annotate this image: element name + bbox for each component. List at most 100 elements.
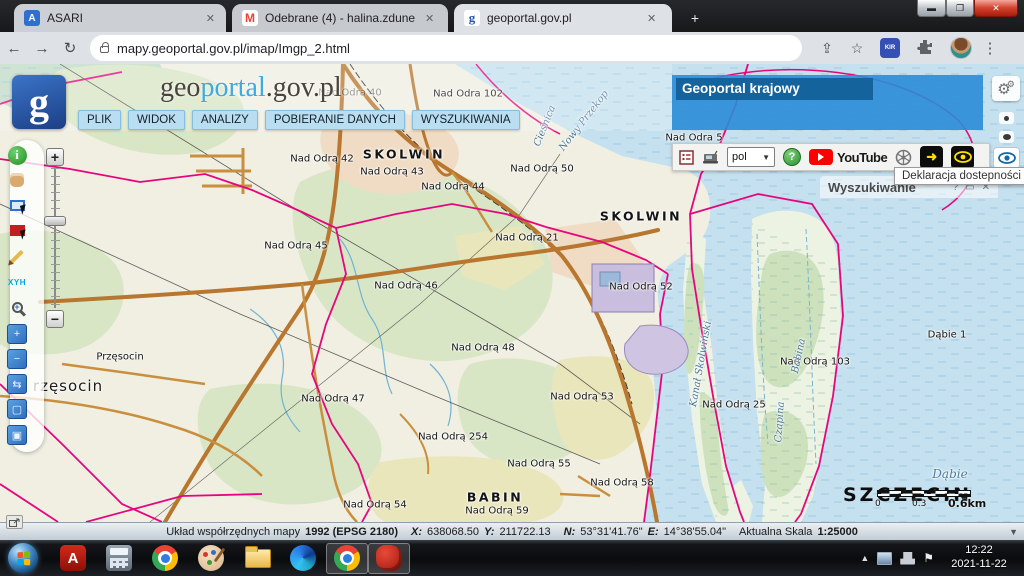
menu-analizy[interactable]: ANALIZY bbox=[192, 110, 258, 130]
tab-gmail[interactable]: M Odebrane (4) - halina.zdunek@in ✕ bbox=[232, 4, 448, 32]
taskbar-edge[interactable] bbox=[280, 541, 326, 575]
taskbar-explorer[interactable] bbox=[234, 541, 280, 575]
map-composition-banner[interactable]: Geoportal krajowy bbox=[672, 75, 983, 130]
hidden-icons-arrow[interactable]: ▲ bbox=[860, 553, 869, 563]
menu-plik[interactable]: PLIK bbox=[78, 110, 121, 130]
minimize-button[interactable]: ▬ bbox=[917, 0, 946, 17]
xyh-coordinates-tool-button[interactable]: XYH bbox=[6, 271, 28, 293]
n-label: N: bbox=[564, 526, 576, 538]
maximize-button[interactable]: ❐ bbox=[946, 0, 974, 17]
extent-box-icon: ▢ bbox=[7, 399, 27, 419]
tab-title: Odebrane (4) - halina.zdunek@in bbox=[265, 11, 415, 25]
slider-zoom-out-button[interactable]: − bbox=[46, 310, 64, 328]
settings-gears-button[interactable]: ⚙⚙ bbox=[992, 76, 1020, 101]
full-extent-button[interactable]: ▣ bbox=[6, 424, 28, 446]
y-value: 211722.13 bbox=[499, 526, 550, 538]
crs-value: 1992 (EPSG 2180) bbox=[305, 526, 398, 538]
start-button[interactable] bbox=[8, 543, 38, 573]
title-portal: portal bbox=[200, 72, 265, 103]
tab-close-icon[interactable]: ✕ bbox=[644, 12, 659, 25]
gps-device-icon[interactable] bbox=[702, 150, 719, 165]
back-icon[interactable]: ← bbox=[0, 40, 28, 57]
zoom-slider-track[interactable] bbox=[51, 168, 60, 308]
previous-extent-button[interactable]: ⇆ bbox=[6, 373, 28, 395]
screen: A ASARI ✕ M Odebrane (4) - halina.zdunek… bbox=[0, 0, 1024, 576]
statusbar-dropdown-icon[interactable]: ▼ bbox=[1009, 527, 1018, 537]
url-omnibox[interactable]: mapy.geoportal.gov.pl/imap/Imgp_2.html bbox=[90, 35, 802, 61]
taskbar-adobe-reader[interactable]: A bbox=[50, 541, 96, 575]
identify-tool-button[interactable]: i bbox=[6, 144, 28, 166]
dock-panel-button[interactable] bbox=[6, 515, 23, 529]
eye-icon bbox=[954, 151, 972, 163]
taskbar-chrome[interactable] bbox=[142, 541, 188, 575]
zoom-in-button[interactable]: + bbox=[6, 323, 28, 345]
pan-tool-button[interactable] bbox=[6, 169, 28, 191]
help-button[interactable]: ? bbox=[783, 148, 801, 166]
collapsed-panel-eye-dot[interactable] bbox=[999, 131, 1014, 143]
collapsed-panel-dot[interactable] bbox=[999, 112, 1014, 124]
geoportal-logo[interactable]: g bbox=[12, 75, 66, 129]
lock-icon[interactable] bbox=[100, 46, 109, 53]
accessibility-wheel-icon[interactable] bbox=[895, 149, 912, 166]
share-icon[interactable]: ⇪ bbox=[812, 40, 842, 57]
contrast-arrow-button[interactable]: ➜ bbox=[920, 146, 943, 169]
menu-wyszukiwania[interactable]: WYSZUKIWANIA bbox=[412, 110, 520, 130]
map-status-bar: Układ współrzędnych mapy 1992 (EPSG 2180… bbox=[0, 522, 1024, 540]
zoom-window-tool-button[interactable]: + bbox=[6, 296, 28, 318]
display-tray-icon[interactable] bbox=[877, 552, 892, 565]
close-button[interactable]: ✕ bbox=[974, 0, 1018, 17]
tab-close-icon[interactable]: ✕ bbox=[422, 12, 437, 25]
bookmark-star-icon[interactable]: ☆ bbox=[842, 40, 872, 57]
profile-avatar[interactable] bbox=[950, 37, 972, 59]
draw-tool-button[interactable] bbox=[6, 245, 28, 267]
contrast-eye-button[interactable] bbox=[951, 146, 974, 169]
chevron-down-icon: ▼ bbox=[762, 153, 770, 162]
menu-widok[interactable]: WIDOK bbox=[128, 110, 185, 130]
clock-time: 12:22 bbox=[942, 544, 1016, 558]
folder-icon bbox=[244, 545, 270, 571]
new-tab-button[interactable]: + bbox=[686, 9, 704, 27]
tab-asari[interactable]: A ASARI ✕ bbox=[14, 4, 226, 32]
menu-pobieranie-danych[interactable]: POBIERANIE DANYCH bbox=[265, 110, 405, 130]
forward-icon[interactable]: → bbox=[28, 40, 56, 57]
language-select[interactable]: pol▼ bbox=[727, 147, 775, 167]
dock-arrow-icon bbox=[9, 518, 20, 527]
clock-date: 2021-11-22 bbox=[942, 558, 1016, 572]
tab-close-icon[interactable]: ✕ bbox=[203, 12, 218, 25]
geoportal-favicon-icon: g bbox=[464, 10, 480, 26]
taskbar-clock[interactable]: 12:22 2021-11-22 bbox=[942, 544, 1016, 572]
zoom-out-button[interactable]: − bbox=[6, 348, 28, 370]
chrome-icon bbox=[152, 545, 178, 571]
scale-value: 1:25000 bbox=[817, 526, 857, 538]
select-rectangle-tool-button[interactable] bbox=[6, 194, 28, 216]
usb-tray-icon[interactable] bbox=[900, 552, 915, 565]
zoom-out-icon: − bbox=[7, 349, 27, 369]
zoom-slider-handle[interactable] bbox=[44, 216, 66, 226]
paint-icon bbox=[198, 545, 224, 571]
taskbar-paint[interactable] bbox=[188, 541, 234, 575]
e-value: 14°38'55.04" bbox=[664, 526, 726, 538]
arrow-right-icon: ➜ bbox=[926, 149, 937, 165]
extensions-puzzle-icon[interactable] bbox=[910, 39, 940, 58]
browser-menu-icon[interactable]: ⋮ bbox=[980, 39, 1000, 57]
taskbar-red-app[interactable] bbox=[368, 543, 410, 574]
kir-extension-icon[interactable]: KIR bbox=[880, 38, 900, 58]
browser-tab-bar: A ASARI ✕ M Odebrane (4) - halina.zdunek… bbox=[0, 0, 1024, 32]
chrome-icon bbox=[334, 545, 360, 571]
scale-zero-label: 0 bbox=[875, 499, 881, 509]
next-extent-button[interactable]: ▢ bbox=[6, 398, 28, 420]
crs-prefix: Układ współrzędnych mapy bbox=[166, 526, 300, 538]
map-canvas[interactable] bbox=[0, 64, 1024, 522]
action-center-flag-icon[interactable]: ⚑ bbox=[923, 551, 934, 565]
taskbar-calculator[interactable] bbox=[96, 541, 142, 575]
slider-zoom-in-button[interactable]: + bbox=[46, 148, 64, 166]
reload-icon[interactable]: ↻ bbox=[56, 39, 84, 57]
youtube-link[interactable]: YouTube bbox=[809, 149, 887, 165]
url-text[interactable]: mapy.geoportal.gov.pl/imap/Imgp_2.html bbox=[117, 41, 350, 56]
legend-grid-icon[interactable] bbox=[679, 150, 694, 165]
youtube-label: YouTube bbox=[837, 150, 887, 165]
select-red-rectangle-tool-button[interactable] bbox=[6, 219, 28, 241]
taskbar-chrome-active[interactable] bbox=[326, 543, 368, 574]
tab-geoportal-active[interactable]: g geoportal.gov.pl ✕ bbox=[454, 4, 672, 32]
visibility-eye-button[interactable] bbox=[993, 147, 1020, 169]
